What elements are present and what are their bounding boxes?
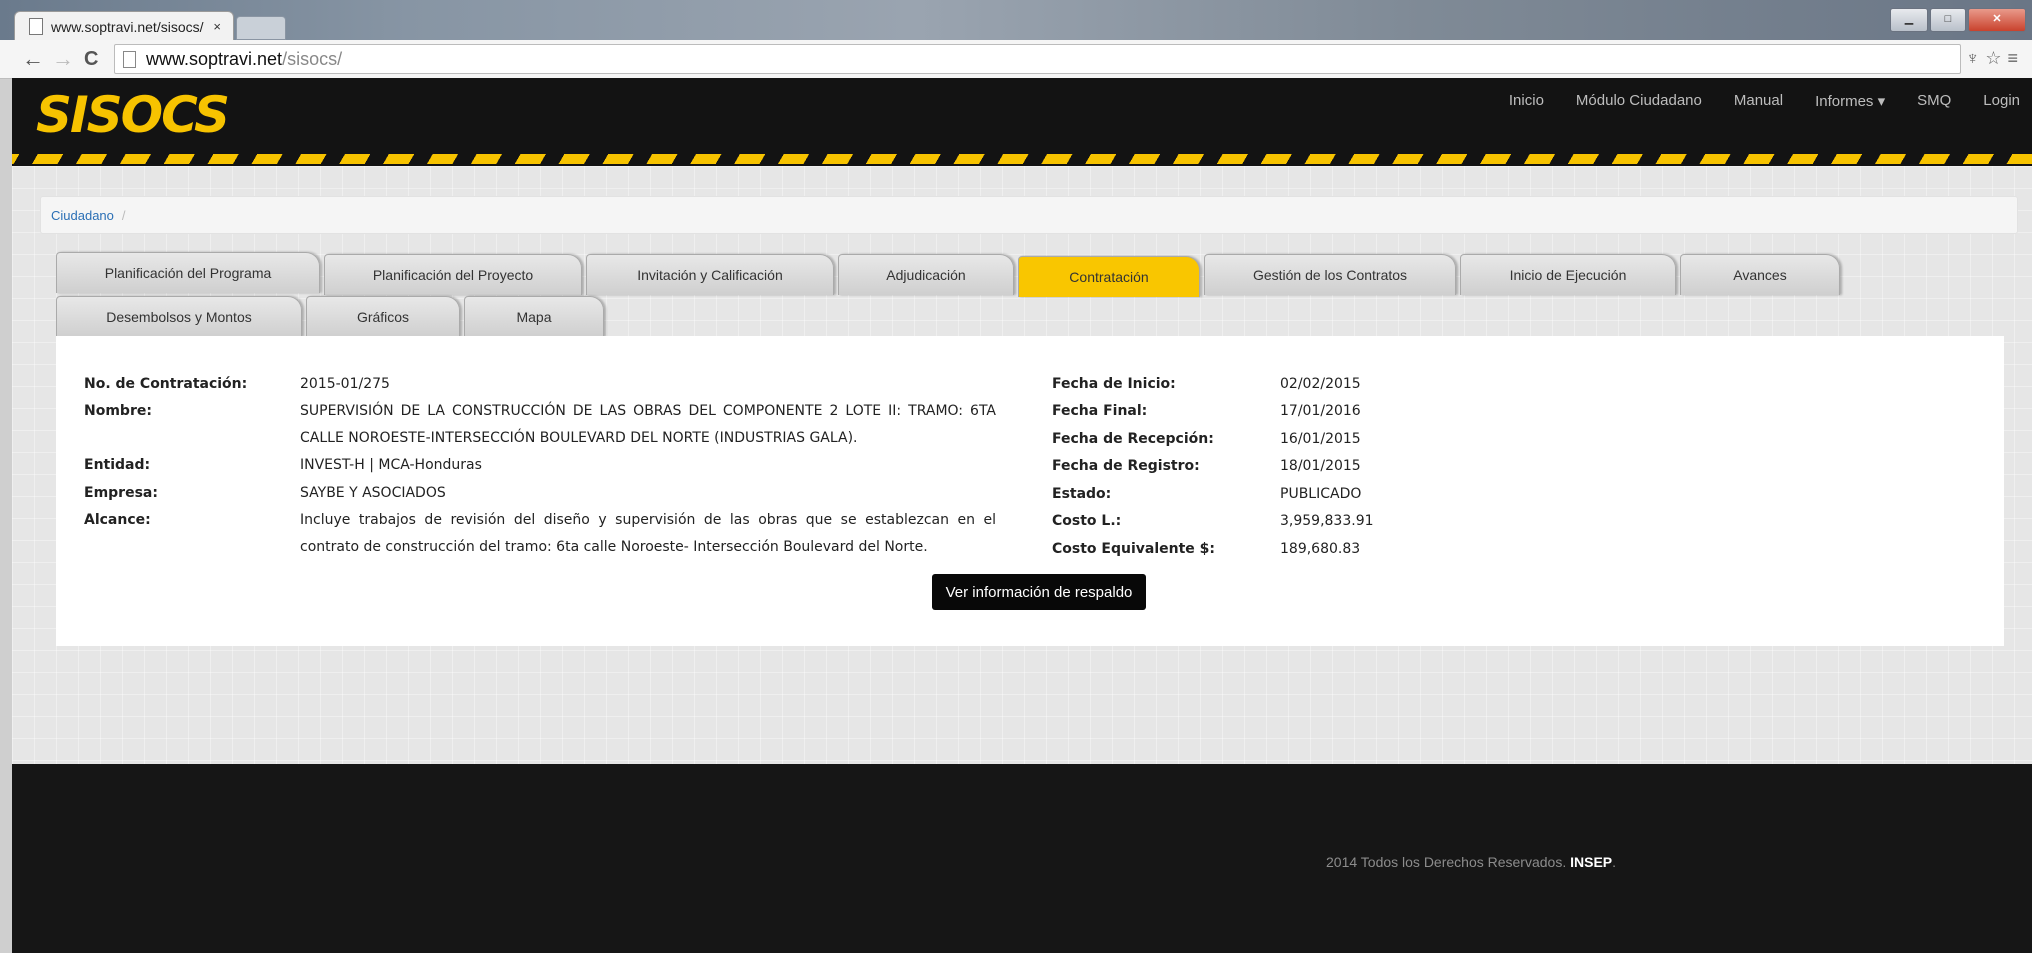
label-fecha-inicio: Fecha de Inicio: (1052, 376, 1176, 392)
site-footer: 2014 Todos los Derechos Reservados. INSE… (12, 764, 2032, 953)
browser-tab-title: www.soptravi.net/sisocs/ (51, 18, 204, 35)
nav-login[interactable]: Login (1983, 92, 2020, 110)
value-nombre: SUPERVISIÓN DE LA CONSTRUCCIÓN DE LAS OB… (300, 403, 996, 446)
breadcrumb: Ciudadano / (40, 196, 2018, 234)
ver-informacion-respaldo-button[interactable]: Ver información de respaldo (932, 574, 1146, 610)
new-tab-button[interactable] (236, 16, 286, 40)
footer-copyright: 2014 Todos los Derechos Reservados. INSE… (1326, 854, 1616, 870)
tab-graficos[interactable]: Gráficos (306, 296, 460, 337)
url-path: /sisocs/ (282, 48, 343, 69)
site-logo[interactable]: SISOCS (36, 86, 230, 144)
contract-details-panel: No. de Contratación: 2015-01/275 Nombre:… (56, 336, 2004, 646)
tab-adjudicacion[interactable]: Adjudicación (838, 254, 1014, 295)
maximize-button[interactable]: □ (1930, 8, 1966, 32)
nav-inicio[interactable]: Inicio (1509, 92, 1544, 110)
label-entidad: Entidad: (84, 457, 151, 473)
url-input[interactable]: www.soptravi.net/sisocs/ (114, 44, 1961, 74)
footer-brand[interactable]: INSEP (1570, 854, 1612, 870)
tab-avances[interactable]: Avances (1680, 254, 1840, 295)
label-costo-l: Costo L.: (1052, 513, 1122, 529)
value-fecha-final: 17/01/2016 (1280, 403, 1361, 419)
tab-planificacion-programa[interactable]: Planificación del Programa (56, 252, 320, 293)
value-estado: PUBLICADO (1280, 486, 1362, 502)
label-empresa: Empresa: (84, 485, 158, 501)
value-empresa: SAYBE Y ASOCIADOS (300, 485, 446, 501)
label-estado: Estado: (1052, 486, 1112, 502)
top-nav: Inicio Módulo Ciudadano Manual Informes … (1509, 92, 2020, 110)
footer-text: 2014 Todos los Derechos Reservados. (1326, 854, 1567, 870)
address-bar: ← → C www.soptravi.net/sisocs/ ♆☆≡ (0, 40, 2032, 79)
value-costo-l: 3,959,833.91 (1280, 513, 1374, 529)
value-fecha-inicio: 02/02/2015 (1280, 376, 1361, 392)
breadcrumb-separator: / (121, 208, 126, 223)
value-fecha-registro: 18/01/2015 (1280, 458, 1361, 474)
label-alcance: Alcance: (84, 512, 151, 528)
back-icon[interactable]: ← (22, 46, 44, 72)
browser-tab[interactable]: www.soptravi.net/sisocs/ × (14, 11, 234, 41)
main-content: Ciudadano / Planificación del Programa Pl… (12, 166, 2032, 764)
tab-desembolsos-montos[interactable]: Desembolsos y Montos (56, 296, 302, 337)
nav-manual[interactable]: Manual (1734, 92, 1783, 110)
label-no-contratacion: No. de Contratación: (84, 376, 248, 392)
value-alcance: Incluye trabajos de revisión del diseño … (300, 512, 996, 555)
tab-invitacion-calificacion[interactable]: Invitación y Calificación (586, 254, 834, 295)
browser-tab-strip: www.soptravi.net/sisocs/ × ▁ □ ✕ (0, 0, 2032, 41)
tab-contratacion[interactable]: Contratación (1018, 256, 1200, 297)
forward-icon[interactable]: → (52, 46, 74, 72)
tab-planificacion-proyecto[interactable]: Planificación del Proyecto (324, 254, 582, 295)
page-icon (29, 18, 43, 35)
reload-icon[interactable]: C (84, 48, 98, 71)
value-no-contratacion: 2015-01/275 (300, 376, 390, 392)
close-icon[interactable]: × (213, 19, 221, 34)
nav-informes[interactable]: Informes ▾ (1815, 92, 1885, 110)
tab-gestion-contratos[interactable]: Gestión de los Contratos (1204, 254, 1456, 295)
label-costo-equivalente: Costo Equivalente $: (1052, 541, 1215, 557)
label-fecha-final: Fecha Final: (1052, 403, 1148, 419)
page-icon (123, 50, 136, 68)
footer-end: . (1612, 854, 1617, 870)
tab-inicio-ejecucion[interactable]: Inicio de Ejecución (1460, 254, 1676, 295)
nav-smq[interactable]: SMQ (1917, 92, 1951, 110)
value-costo-equivalente: 189,680.83 (1280, 541, 1361, 557)
window-close-button[interactable]: ✕ (1968, 8, 2026, 32)
browser-menu-icons[interactable]: ♆☆≡ (1966, 48, 2024, 69)
label-nombre: Nombre: (84, 403, 152, 419)
url-host: www.soptravi.net (146, 48, 283, 69)
label-fecha-recepcion: Fecha de Recepción: (1052, 431, 1214, 447)
breadcrumb-ciudadano[interactable]: Ciudadano (51, 208, 114, 223)
tab-mapa[interactable]: Mapa (464, 296, 604, 337)
value-fecha-recepcion: 16/01/2015 (1280, 431, 1361, 447)
nav-modulo-ciudadano[interactable]: Módulo Ciudadano (1576, 92, 1702, 110)
hazard-stripe (12, 154, 2032, 164)
minimize-button[interactable]: ▁ (1890, 8, 1928, 32)
site-header: SISOCS Inicio Módulo Ciudadano Manual In… (12, 78, 2032, 166)
value-entidad: INVEST-H | MCA-Honduras (300, 457, 482, 473)
label-fecha-registro: Fecha de Registro: (1052, 458, 1200, 474)
